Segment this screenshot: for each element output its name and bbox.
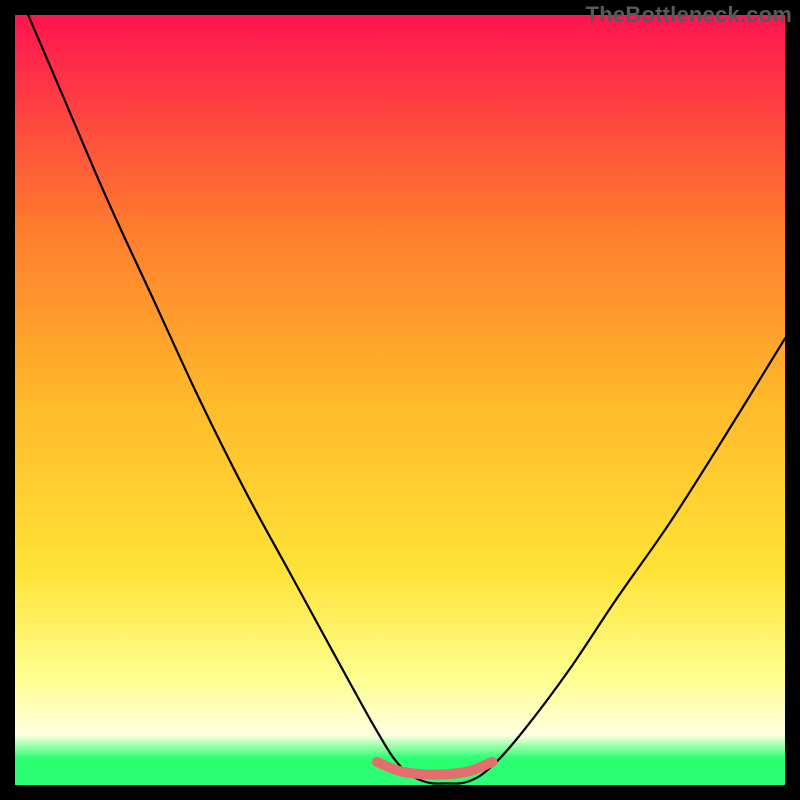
chart-plot-area [15,15,785,785]
chart-background-gradient [15,15,785,785]
chart-svg [15,15,785,785]
chart-stage: TheBottleneck.com [0,0,800,800]
watermark-text: TheBottleneck.com [586,2,792,28]
